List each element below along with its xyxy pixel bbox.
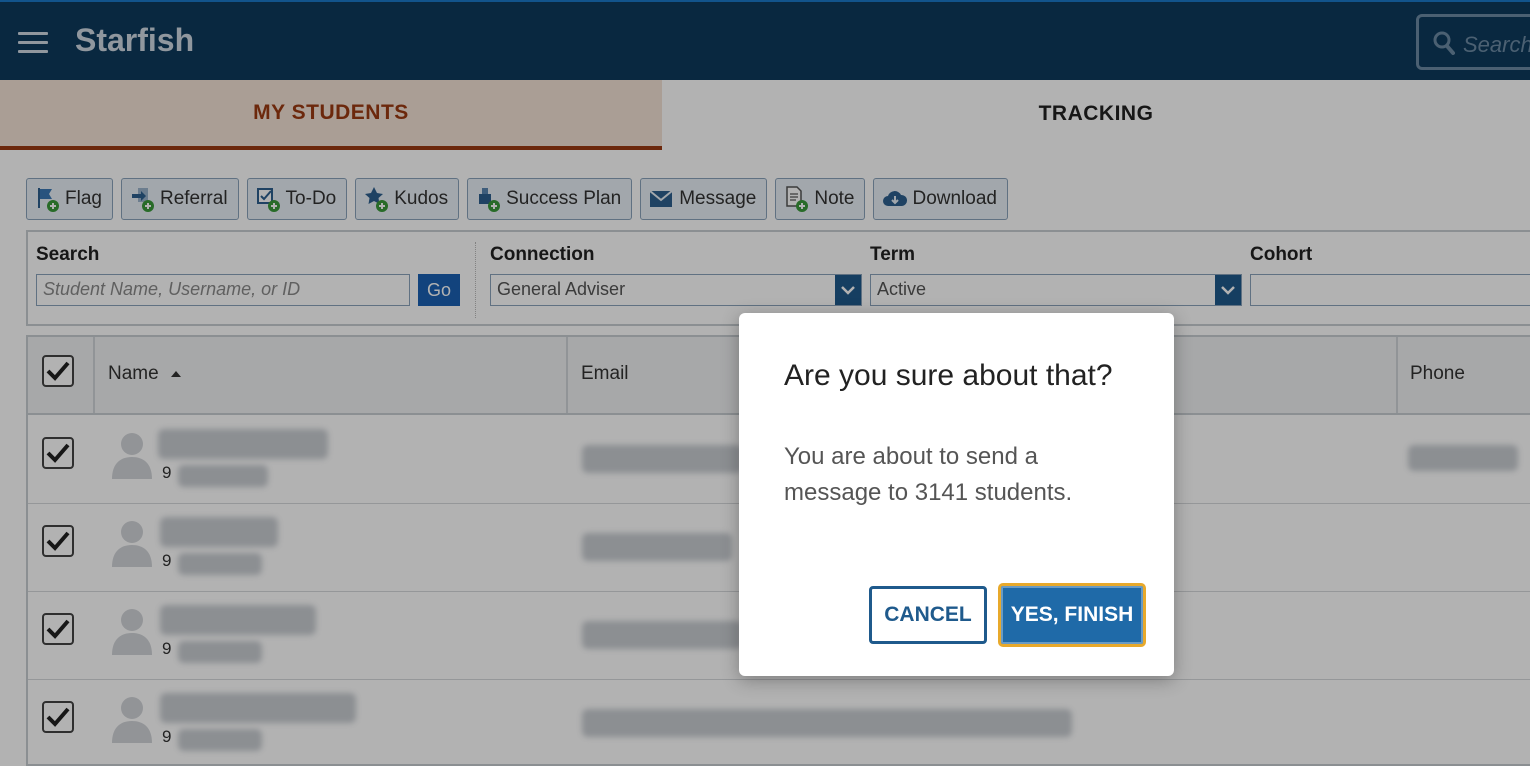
- confirm-dialog: Are you sure about that? You are about t…: [739, 313, 1174, 676]
- dialog-title: Are you sure about that?: [784, 359, 1113, 392]
- cancel-button[interactable]: CANCEL: [869, 586, 987, 644]
- dialog-message: You are about to send a message to 3141 …: [784, 443, 1073, 506]
- yes-finish-button[interactable]: YES, FINISH: [998, 583, 1146, 647]
